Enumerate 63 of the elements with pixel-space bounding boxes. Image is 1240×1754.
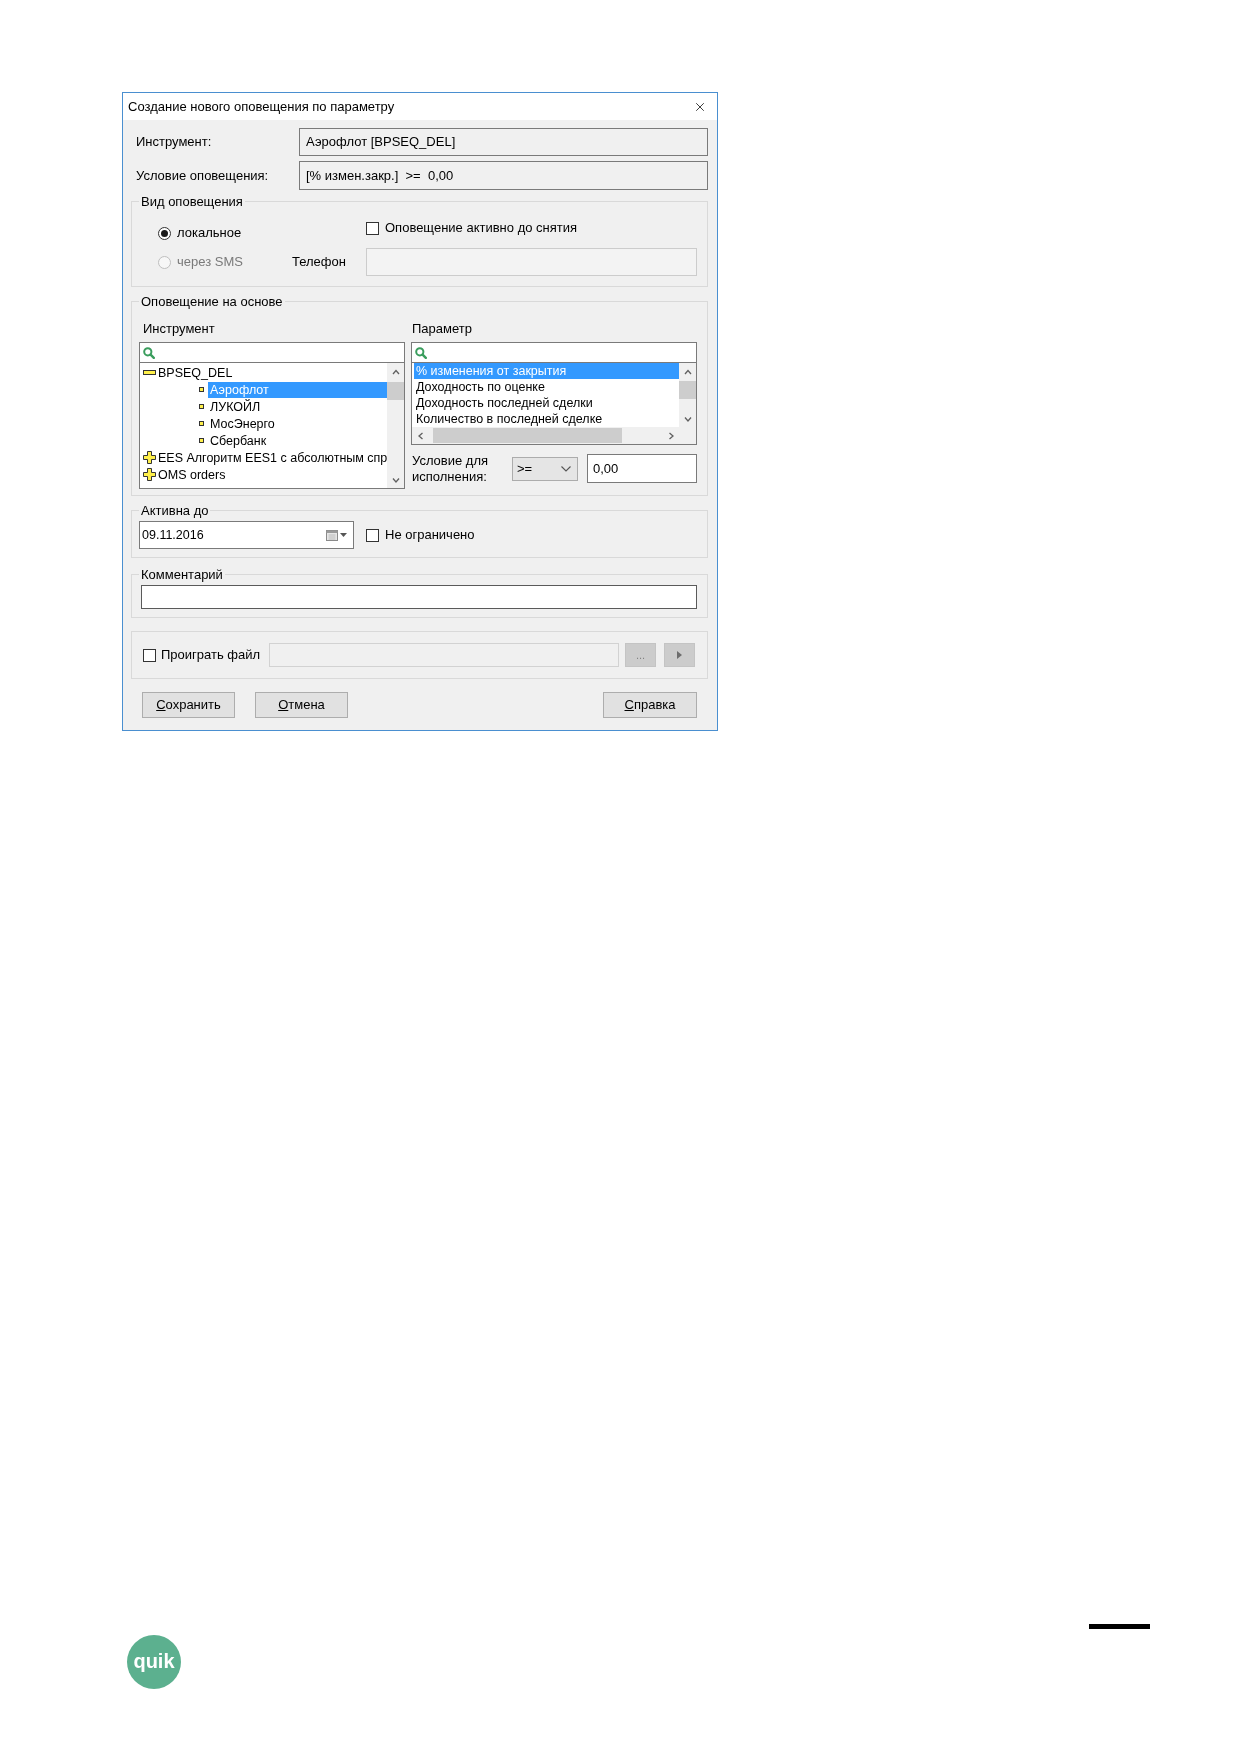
bullet-icon (199, 421, 204, 426)
checkbox[interactable] (366, 221, 379, 235)
minus-icon[interactable] (143, 370, 156, 375)
horizontal-scrollbar[interactable] (412, 427, 696, 444)
date-field[interactable]: 09.11.2016 (139, 521, 354, 549)
chevron-down-icon[interactable] (683, 414, 692, 423)
plus-icon[interactable] (143, 451, 156, 464)
help-button[interactable]: Справка (603, 692, 697, 718)
readonly-field[interactable]: Аэрофлот [BPSEQ_DEL] (299, 128, 708, 156)
checkbox-label: Оповещение активно до снятия (385, 220, 578, 236)
scrollbar-thumb[interactable] (679, 381, 696, 399)
search-icon (415, 346, 427, 359)
readonly-field[interactable]: [% измен.закр.] >= 0,00 (299, 161, 708, 190)
scrollbar-thumb[interactable] (387, 382, 404, 400)
chevron-right-icon[interactable] (666, 431, 675, 440)
checkbox-label: Проиграть файл (161, 647, 261, 663)
field-label: Условие оповещения: (136, 167, 270, 184)
checkbox[interactable] (366, 528, 379, 542)
tree-item[interactable]: Сбербанк (208, 432, 269, 449)
chevron-down-icon[interactable] (391, 475, 400, 484)
vertical-scrollbar[interactable] (387, 363, 404, 488)
scrollbar-thumb[interactable] (433, 428, 622, 443)
group-title: Оповещение на основе (140, 294, 284, 309)
group-title: Вид оповещения (140, 194, 244, 209)
list-item[interactable]: Количество в последней сделке (414, 411, 605, 427)
comment-field[interactable] (141, 585, 697, 609)
calendar-icon[interactable] (326, 529, 338, 541)
group-title: Активна до (140, 503, 210, 518)
value-field[interactable]: 0,00 (587, 454, 697, 483)
radio-button[interactable] (158, 226, 171, 240)
tree-item[interactable]: OMS orders (156, 466, 228, 483)
checkbox-label: Не ограничено (385, 527, 475, 543)
radio-label: локальное (177, 225, 242, 241)
bullet-icon (199, 404, 204, 409)
save-button[interactable]: Сохранить (142, 692, 235, 718)
window-title: Создание нового оповещения по параметру (128, 98, 395, 115)
chevron-up-icon[interactable] (683, 367, 692, 376)
column-label: Инструмент (142, 321, 216, 336)
bullet-icon (199, 438, 204, 443)
column-label: Параметр (411, 321, 473, 336)
chevron-down-icon[interactable] (561, 465, 571, 472)
bullet-icon (199, 387, 204, 392)
plus-icon[interactable] (143, 468, 156, 481)
tree-item[interactable]: МосЭнерго (208, 415, 277, 432)
logo: quik (127, 1635, 181, 1689)
checkbox[interactable] (143, 648, 156, 662)
list-item[interactable]: Доходность последней сделки (414, 395, 595, 411)
operator-dropdown[interactable]: >= (512, 456, 578, 481)
caret-down-icon[interactable] (340, 533, 347, 537)
field-label: Условие для исполнения: (411, 452, 490, 485)
tree-item[interactable]: EES Алгоритм EES1 с абсолютным спр (156, 449, 390, 466)
chevron-left-icon[interactable] (416, 431, 425, 440)
group-title: Комментарий (140, 567, 224, 582)
field-label: Телефон (292, 254, 347, 270)
tree-item[interactable]: BPSEQ_DEL (156, 364, 235, 381)
list-item[interactable]: Доходность по оценке (414, 379, 547, 395)
field-label: Инструмент: (136, 134, 213, 150)
tree-item[interactable]: ЛУКОЙЛ (208, 398, 263, 415)
vertical-scrollbar[interactable] (679, 363, 696, 427)
radio-label: через SMS (177, 254, 243, 270)
cancel-button[interactable]: Отмена (255, 692, 348, 718)
chevron-up-icon[interactable] (391, 367, 400, 376)
search-icon (143, 346, 155, 359)
